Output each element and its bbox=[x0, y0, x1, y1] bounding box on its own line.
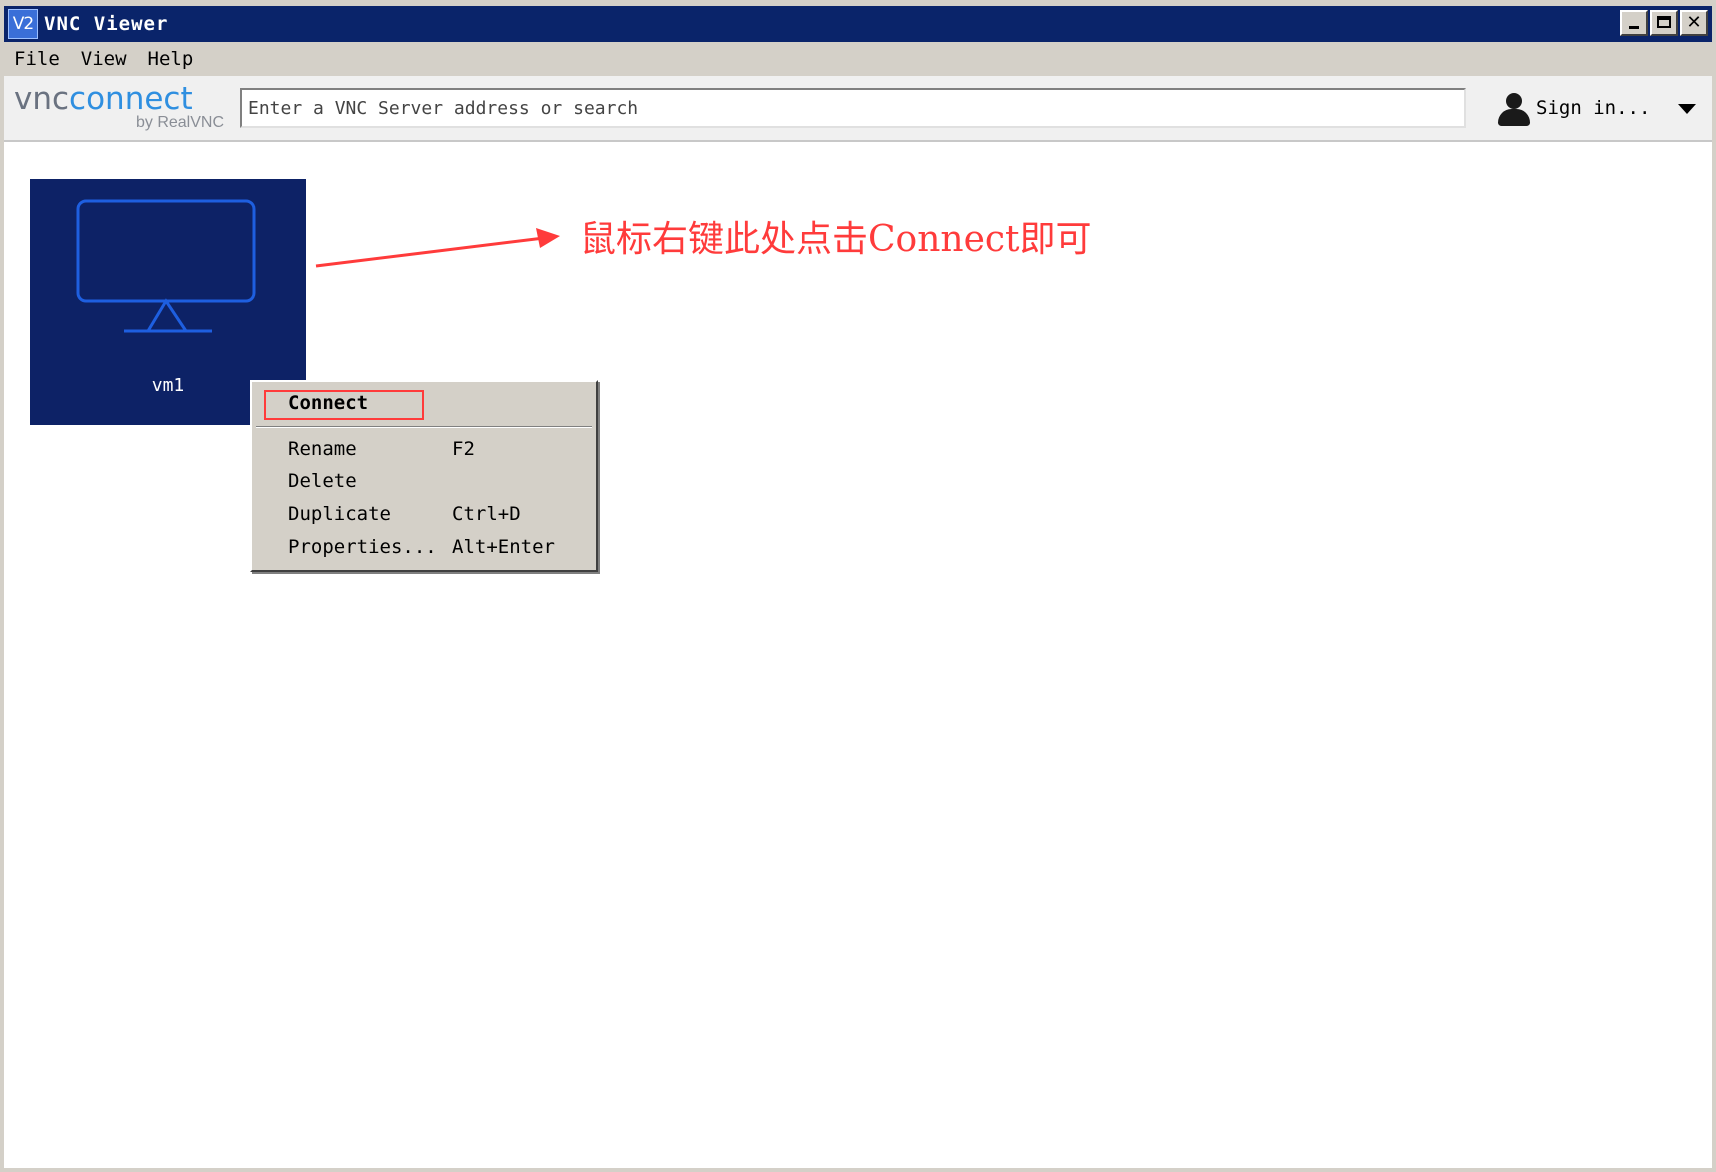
maximize-button[interactable] bbox=[1650, 10, 1678, 36]
sign-in-button[interactable]: Sign in... bbox=[1496, 90, 1650, 126]
title-bar[interactable]: V2 VNC Viewer ✕ bbox=[4, 6, 1712, 42]
menu-item-duplicate[interactable]: Duplicate bbox=[288, 503, 391, 525]
window-controls: ✕ bbox=[1620, 10, 1708, 36]
address-book-area: vm1 鼠标右键此处点击Connect即可 Connect Rename F2 … bbox=[4, 142, 1712, 1168]
vnc-connect-logo: vncconnect by RealVNC bbox=[14, 82, 224, 134]
minimize-button[interactable] bbox=[1620, 10, 1648, 36]
vnc-app-icon: V2 bbox=[8, 9, 38, 39]
shortcut-properties: Alt+Enter bbox=[452, 536, 555, 558]
menu-help[interactable]: Help bbox=[138, 48, 205, 70]
close-icon: ✕ bbox=[1686, 12, 1702, 33]
server-address-search-input[interactable] bbox=[240, 88, 1466, 128]
shortcut-duplicate: Ctrl+D bbox=[452, 503, 521, 525]
menu-file[interactable]: File bbox=[4, 48, 71, 70]
annotation-text: 鼠标右键此处点击Connect即可 bbox=[580, 219, 1092, 260]
logo-byline: by RealVNC bbox=[135, 114, 224, 131]
toolbar: vncconnect by RealVNC Sign in... bbox=[4, 76, 1712, 142]
logo-wordmark: vncconnect bbox=[14, 82, 193, 116]
annotation-arrow bbox=[315, 228, 560, 268]
user-avatar-icon bbox=[1496, 90, 1532, 126]
maximize-icon bbox=[1657, 16, 1671, 28]
context-menu: Connect Rename F2 Delete Duplicate Ctrl+… bbox=[250, 380, 598, 572]
user-icon-head bbox=[1506, 93, 1522, 109]
menu-separator bbox=[256, 426, 592, 428]
sign-in-label: Sign in... bbox=[1536, 97, 1651, 119]
chevron-down-icon[interactable] bbox=[1678, 104, 1696, 114]
menu-item-properties[interactable]: Properties... bbox=[288, 536, 437, 558]
window-title: VNC Viewer bbox=[44, 13, 169, 35]
logo-connect-text: connect bbox=[69, 81, 193, 117]
shortcut-rename: F2 bbox=[452, 438, 475, 460]
menu-item-delete[interactable]: Delete bbox=[288, 470, 357, 492]
user-icon-body bbox=[1498, 109, 1530, 126]
menu-item-rename[interactable]: Rename bbox=[288, 438, 357, 460]
menu-view[interactable]: View bbox=[71, 48, 138, 70]
vnc-viewer-window: V2 VNC Viewer ✕ File View Help vncconnec… bbox=[0, 0, 1716, 1172]
menu-item-connect[interactable]: Connect bbox=[288, 392, 368, 414]
menu-bar: File View Help bbox=[4, 42, 1712, 76]
minimize-icon bbox=[1629, 26, 1639, 29]
close-button[interactable]: ✕ bbox=[1680, 10, 1708, 36]
logo-vnc-text: vnc bbox=[14, 81, 70, 117]
